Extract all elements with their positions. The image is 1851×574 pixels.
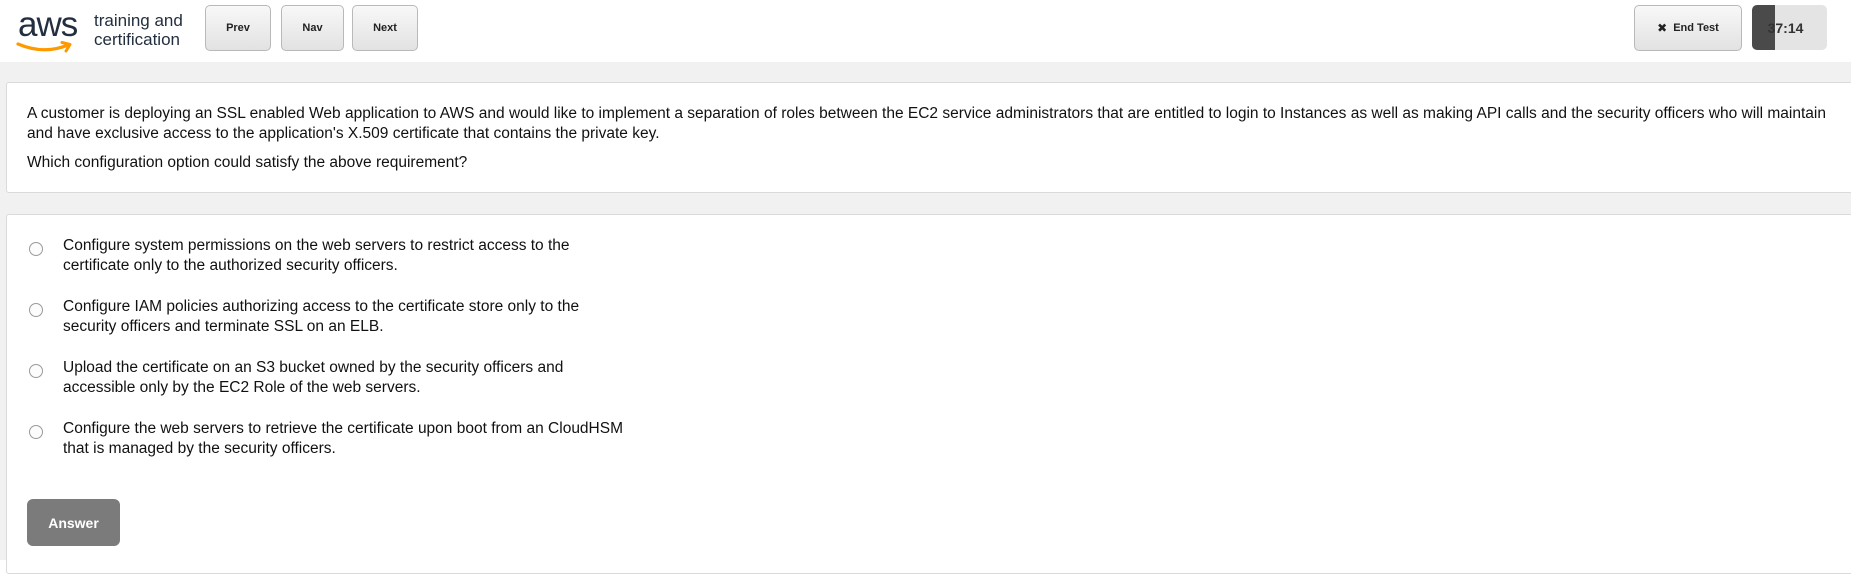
question-panel: A customer is deploying an SSL enabled W… bbox=[6, 82, 1851, 193]
aws-training-logo: aws training and certification bbox=[16, 5, 191, 56]
close-icon: ✖ bbox=[1657, 21, 1668, 35]
option-label[interactable]: Configure system permissions on the web … bbox=[63, 236, 623, 276]
answer-panel: Configure system permissions on the web … bbox=[6, 214, 1851, 574]
tagline-line-1: training and bbox=[94, 11, 183, 30]
question-prompt: Which configuration option could satisfy… bbox=[27, 154, 468, 171]
next-button[interactable]: Next bbox=[352, 5, 418, 51]
countdown-timer: 37:14 bbox=[1752, 5, 1827, 50]
top-bar: aws training and certification Prev Nav … bbox=[0, 0, 1851, 62]
question-text: A customer is deploying an SSL enabled W… bbox=[27, 105, 1826, 142]
aws-wordmark: aws bbox=[18, 5, 78, 44]
aws-smile-icon bbox=[16, 41, 72, 53]
answer-button[interactable]: Answer bbox=[27, 499, 120, 546]
radio-button[interactable] bbox=[29, 242, 43, 256]
logo-tagline: training and certification bbox=[94, 11, 183, 49]
timer-display: 37:14 bbox=[1767, 19, 1804, 36]
option-label[interactable]: Configure the web servers to retrieve th… bbox=[63, 419, 623, 459]
end-test-button[interactable]: ✖ End Test bbox=[1634, 5, 1742, 51]
radio-button[interactable] bbox=[29, 425, 43, 439]
radio-button[interactable] bbox=[29, 364, 43, 378]
option-label[interactable]: Upload the certificate on an S3 bucket o… bbox=[63, 358, 623, 398]
radio-button[interactable] bbox=[29, 303, 43, 317]
option-label[interactable]: Configure IAM policies authorizing acces… bbox=[63, 297, 623, 337]
end-test-label: End Test bbox=[1673, 22, 1719, 34]
prev-button[interactable]: Prev bbox=[205, 5, 271, 51]
tagline-line-2: certification bbox=[94, 30, 180, 49]
nav-button[interactable]: Nav bbox=[281, 5, 344, 51]
